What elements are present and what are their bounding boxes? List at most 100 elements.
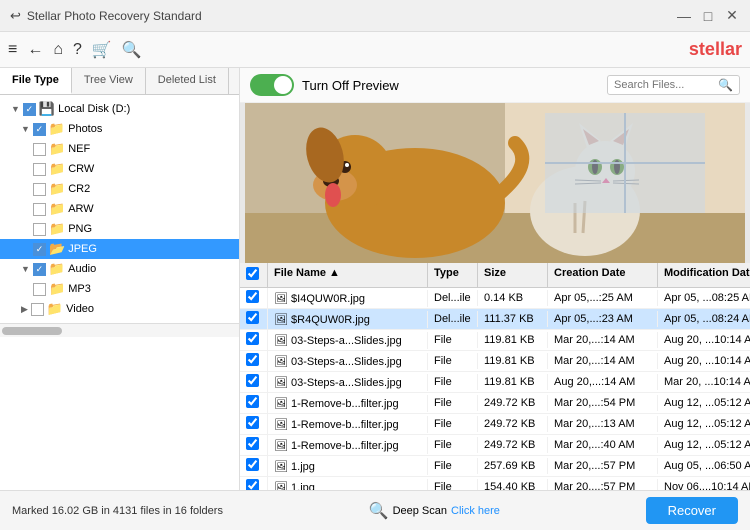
row-checkbox[interactable] bbox=[246, 290, 259, 303]
table-row[interactable]: 🖼 03-Steps-a...Slides.jpg File 119.81 KB… bbox=[240, 351, 750, 372]
table-row[interactable]: 🖼 03-Steps-a...Slides.jpg File 119.81 KB… bbox=[240, 330, 750, 351]
row-checkbox[interactable] bbox=[246, 416, 259, 429]
click-here-link[interactable]: Click here bbox=[451, 505, 500, 517]
row-checkbox[interactable] bbox=[246, 458, 259, 471]
tree-item-nef[interactable]: 📁 NEF bbox=[0, 139, 239, 159]
search-input[interactable] bbox=[614, 79, 714, 91]
cell-type: File bbox=[428, 458, 478, 474]
tree-label-png: PNG bbox=[68, 223, 92, 235]
file-icon: 🖼 bbox=[274, 398, 288, 410]
cell-filename: 🖼 03-Steps-a...Slides.jpg bbox=[268, 332, 428, 349]
cell-created: Mar 20,...:14 AM bbox=[548, 353, 658, 369]
tree-item-photos[interactable]: ▼ ✓ 📁 Photos bbox=[0, 119, 239, 139]
checkbox-arw[interactable] bbox=[33, 203, 46, 216]
cell-filename: 🖼 $R4QUW0R.jpg bbox=[268, 311, 428, 328]
table-row[interactable]: 🖼 1.jpg File 257.69 KB Mar 20,...:57 PM … bbox=[240, 456, 750, 477]
home-icon[interactable]: ⌂ bbox=[53, 41, 63, 59]
title-bar-right: — □ ✕ bbox=[676, 8, 740, 24]
tree-item-local-disk[interactable]: ▼ ✓ 💾 Local Disk (D:) bbox=[0, 99, 239, 119]
table-row[interactable]: 🖼 $I4QUW0R.jpg Del...ile 0.14 KB Apr 05,… bbox=[240, 288, 750, 309]
tab-deleted-list[interactable]: Deleted List bbox=[146, 68, 229, 94]
header-filename[interactable]: File Name ▲ bbox=[268, 263, 428, 287]
cell-filename: 🖼 03-Steps-a...Slides.jpg bbox=[268, 374, 428, 391]
row-checkbox[interactable] bbox=[246, 395, 259, 408]
tab-tree-view[interactable]: Tree View bbox=[72, 68, 146, 94]
cell-size: 249.72 KB bbox=[478, 395, 548, 411]
file-icon: 🖼 bbox=[274, 314, 288, 326]
tree-label-audio: Audio bbox=[68, 263, 96, 275]
recover-button[interactable]: Recover bbox=[646, 497, 738, 524]
search-scan-icon: 🔍 bbox=[369, 501, 389, 521]
cell-filename: 🖼 1-Remove-b...filter.jpg bbox=[268, 437, 428, 454]
minimize-button[interactable]: — bbox=[676, 8, 692, 24]
back-icon[interactable]: ← bbox=[27, 41, 43, 59]
tree-item-audio[interactable]: ▼ ✓ 📁 Audio bbox=[0, 259, 239, 279]
file-list-header: File Name ▲ Type Size Creation Date Modi… bbox=[240, 263, 750, 288]
checkbox-jpeg[interactable]: ✓ bbox=[33, 243, 46, 256]
table-row[interactable]: 🖼 1-Remove-b...filter.jpg File 249.72 KB… bbox=[240, 393, 750, 414]
checkbox-photos[interactable]: ✓ bbox=[33, 123, 46, 136]
row-checkbox[interactable] bbox=[246, 479, 259, 490]
tree-item-mp3[interactable]: 📁 MP3 bbox=[0, 279, 239, 299]
cell-created: Mar 20,...:57 PM bbox=[548, 458, 658, 474]
file-list-area: File Name ▲ Type Size Creation Date Modi… bbox=[240, 263, 750, 490]
checkbox-png[interactable] bbox=[33, 223, 46, 236]
cell-modified: Apr 05, ...08:25 AM bbox=[658, 290, 750, 306]
checkbox-local-disk[interactable]: ✓ bbox=[23, 103, 36, 116]
tree-item-png[interactable]: 📁 PNG bbox=[0, 219, 239, 239]
left-panel-hscroll[interactable] bbox=[0, 323, 239, 337]
table-row[interactable]: 🖼 $R4QUW0R.jpg Del...ile 111.37 KB Apr 0… bbox=[240, 309, 750, 330]
row-checkbox[interactable] bbox=[246, 353, 259, 366]
row-checkbox[interactable] bbox=[246, 374, 259, 387]
header-created[interactable]: Creation Date bbox=[548, 263, 658, 287]
tree-item-cr2[interactable]: 📁 CR2 bbox=[0, 179, 239, 199]
left-panel: File Type Tree View Deleted List ▼ ✓ 💾 L… bbox=[0, 68, 240, 490]
file-icon: 🖼 bbox=[274, 293, 288, 305]
row-checkbox[interactable] bbox=[246, 311, 259, 324]
table-row[interactable]: 🖼 1-Remove-b...filter.jpg File 249.72 KB… bbox=[240, 435, 750, 456]
menu-icon[interactable]: ≡ bbox=[8, 41, 17, 59]
tree-item-crw[interactable]: 📁 CRW bbox=[0, 159, 239, 179]
marked-text: Marked 16.02 GB in 4131 files in 16 fold… bbox=[12, 505, 223, 517]
row-checkbox[interactable] bbox=[246, 437, 259, 450]
hscroll-thumb[interactable] bbox=[2, 327, 62, 335]
close-button[interactable]: ✕ bbox=[724, 8, 740, 24]
maximize-button[interactable]: □ bbox=[700, 8, 716, 24]
bottom-bar: Marked 16.02 GB in 4131 files in 16 fold… bbox=[0, 490, 750, 530]
cell-filename: 🖼 03-Steps-a...Slides.jpg bbox=[268, 353, 428, 370]
file-tree: ▼ ✓ 💾 Local Disk (D:) ▼ ✓ 📁 Photos 📁 NEF bbox=[0, 95, 239, 323]
header-type[interactable]: Type bbox=[428, 263, 478, 287]
search-box[interactable]: 🔍 bbox=[607, 75, 740, 95]
header-modified[interactable]: Modification Date bbox=[658, 263, 750, 287]
search-toolbar-icon[interactable]: 🔍 bbox=[122, 40, 142, 60]
checkbox-audio[interactable]: ✓ bbox=[33, 263, 46, 276]
checkbox-video[interactable] bbox=[31, 303, 44, 316]
preview-toggle[interactable] bbox=[250, 74, 294, 96]
folder-icon-mp3: 📁 bbox=[49, 281, 65, 297]
checkbox-nef[interactable] bbox=[33, 143, 46, 156]
cell-modified: Apr 05, ...08:24 AM bbox=[658, 311, 750, 327]
tab-file-type[interactable]: File Type bbox=[0, 68, 72, 94]
checkbox-mp3[interactable] bbox=[33, 283, 46, 296]
help-icon[interactable]: ? bbox=[73, 41, 82, 59]
folder-icon-nef: 📁 bbox=[49, 141, 65, 157]
tree-item-jpeg[interactable]: ✓ 📂 JPEG bbox=[0, 239, 239, 259]
cart-icon[interactable]: 🛒 bbox=[92, 40, 112, 60]
checkbox-crw[interactable] bbox=[33, 163, 46, 176]
table-row[interactable]: 🖼 03-Steps-a...Slides.jpg File 119.81 KB… bbox=[240, 372, 750, 393]
cell-modified: Aug 20, ...10:14 AM bbox=[658, 353, 750, 369]
header-size[interactable]: Size bbox=[478, 263, 548, 287]
tree-label-video: Video bbox=[66, 303, 94, 315]
checkbox-cr2[interactable] bbox=[33, 183, 46, 196]
expand-arrow-photos: ▼ bbox=[21, 124, 30, 134]
bottom-left: Marked 16.02 GB in 4131 files in 16 fold… bbox=[12, 505, 223, 517]
tree-item-video[interactable]: ▶ 📁 Video bbox=[0, 299, 239, 319]
file-icon: 🖼 bbox=[274, 335, 288, 347]
cell-size: 0.14 KB bbox=[478, 290, 548, 306]
select-all-checkbox[interactable] bbox=[246, 267, 259, 280]
tree-item-arw[interactable]: 📁 ARW bbox=[0, 199, 239, 219]
cell-filename: 🖼 1.jpg bbox=[268, 458, 428, 475]
row-checkbox[interactable] bbox=[246, 332, 259, 345]
table-row[interactable]: 🖼 1.jpg File 154.40 KB Mar 20,...:57 PM … bbox=[240, 477, 750, 490]
table-row[interactable]: 🖼 1-Remove-b...filter.jpg File 249.72 KB… bbox=[240, 414, 750, 435]
